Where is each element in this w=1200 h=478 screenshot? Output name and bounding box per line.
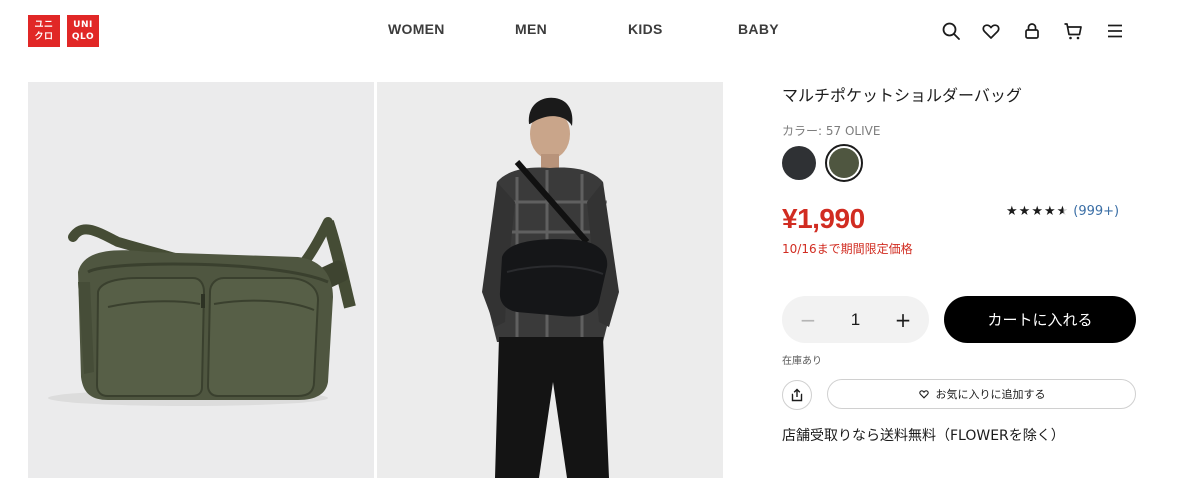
product-price: ¥1,990 [782, 203, 865, 234]
rating-stars: ★★★★★ [1006, 204, 1069, 219]
limited-price-note: 10/16まで期間限定価格 [782, 242, 913, 256]
quantity-stepper: − 1 + [782, 296, 929, 343]
stock-status: 在庫あり [782, 356, 822, 367]
cart-icon[interactable] [1062, 20, 1084, 42]
menu-icon[interactable] [1104, 20, 1126, 42]
nav-baby[interactable]: BABY [738, 21, 779, 37]
share-button[interactable] [782, 380, 812, 410]
search-icon[interactable] [940, 20, 962, 42]
site-header: ユニ クロ UNI QLO WOMEN MEN KIDS BABY [0, 0, 1200, 62]
add-to-favorites-button[interactable]: お気に入りに追加する [827, 379, 1136, 409]
product-image-bag[interactable] [28, 82, 374, 478]
star-icon: ★ [1031, 204, 1044, 219]
share-icon [791, 388, 803, 402]
heart-icon[interactable] [980, 20, 1002, 42]
heart-outline-icon [918, 390, 929, 399]
product-image-model[interactable] [377, 82, 723, 478]
color-swatch-olive-fill [829, 148, 859, 178]
color-swatch-olive-selected[interactable] [825, 144, 863, 182]
review-count-link[interactable]: (999+) [1073, 204, 1119, 219]
quantity-value: 1 [850, 309, 861, 329]
main-nav: WOMEN MEN KIDS BABY [0, 21, 1200, 41]
product-title: マルチポケットショルダーバッグ [782, 86, 1022, 105]
quantity-increase-button[interactable]: + [894, 308, 912, 332]
nav-men[interactable]: MEN [515, 21, 547, 37]
star-icon: ★ [1043, 204, 1057, 219]
quantity-decrease-button[interactable]: − [799, 308, 817, 332]
color-swatch-navy[interactable] [782, 146, 816, 180]
nav-kids[interactable]: KIDS [628, 21, 663, 37]
product-rating: ★★★★★ (999+) [1006, 204, 1119, 219]
nav-women[interactable]: WOMEN [388, 21, 445, 37]
star-icon: ★ [1018, 204, 1032, 219]
favorite-label: お気に入りに追加する [935, 388, 1046, 401]
shipping-note: 店舗受取りなら送料無料（FLOWERを除く） [782, 428, 1065, 444]
half-star-icon: ★ [1056, 204, 1070, 219]
add-to-cart-button[interactable]: カートに入れる [944, 296, 1136, 343]
model-illustration [482, 97, 619, 478]
color-label: カラー: 57 OLIVE [782, 124, 881, 138]
account-icon[interactable] [1021, 20, 1043, 42]
star-icon: ★ [1006, 204, 1019, 219]
bag-illustration [48, 217, 356, 406]
